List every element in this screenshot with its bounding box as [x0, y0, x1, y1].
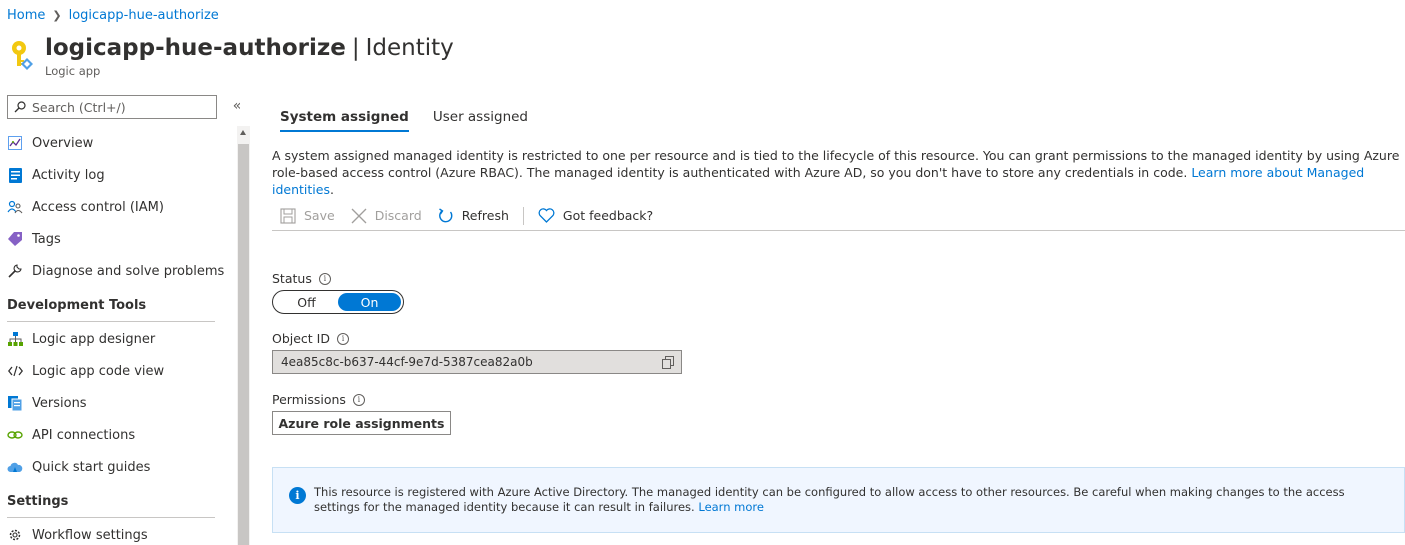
banner-message: This resource is registered with Azure A…: [314, 485, 1345, 514]
sidebar-item-label: Logic app code view: [32, 363, 165, 379]
resource-name: logicapp-hue-authorize: [45, 35, 346, 61]
status-label: Status i: [272, 271, 331, 286]
sidebar-item-logic-app-designer[interactable]: Logic app designer: [0, 323, 230, 355]
feedback-button[interactable]: Got feedback?: [530, 202, 661, 230]
sidebar-item-label: API connections: [32, 427, 136, 443]
sidebar-item-label: Quick start guides: [32, 459, 151, 475]
save-label: Save: [304, 208, 335, 223]
code-icon: [7, 363, 23, 379]
sidebar-item-quick-start-guides[interactable]: Quick start guides: [0, 451, 230, 483]
section-divider: [7, 321, 215, 322]
info-icon[interactable]: i: [352, 393, 365, 406]
activity-log-icon: [7, 167, 23, 183]
sidebar-item-workflow-settings[interactable]: Workflow settings: [0, 519, 230, 545]
sidebar-item-label: Logic app designer: [32, 331, 156, 347]
sidebar-item-diagnose[interactable]: Diagnose and solve problems: [0, 255, 230, 287]
close-icon: [351, 208, 367, 224]
sidebar-search-box[interactable]: [7, 95, 217, 119]
sidebar-item-logic-app-code-view[interactable]: Logic app code view: [0, 355, 230, 387]
info-circle-icon: i: [289, 487, 306, 504]
sidebar-item-tags[interactable]: Tags: [0, 223, 230, 255]
sidebar-item-activity-log[interactable]: Activity log: [0, 159, 230, 191]
sidebar-item-label: Tags: [32, 231, 61, 247]
azure-role-assignments-button[interactable]: Azure role assignments: [272, 411, 451, 435]
cloud-icon: [7, 459, 23, 475]
permissions-label: Permissions i: [272, 392, 365, 407]
discard-label: Discard: [374, 208, 422, 223]
sidebar-nav: Overview Activity log Access control (IA…: [0, 127, 230, 545]
sidebar-item-versions[interactable]: Versions: [0, 387, 230, 419]
command-toolbar: Save Discard Refresh Got feedback?: [272, 201, 1405, 231]
title-separator: |: [351, 35, 360, 61]
heart-icon: [538, 208, 555, 223]
description-end: .: [329, 182, 334, 197]
object-id-label: Object ID i: [272, 331, 349, 346]
sidebar-item-label: Access control (IAM): [32, 199, 164, 215]
info-icon[interactable]: i: [337, 332, 349, 345]
refresh-button[interactable]: Refresh: [430, 202, 517, 230]
toolbar-separator: [522, 206, 524, 225]
section-development-tools: Development Tools: [7, 298, 147, 313]
link-icon: [7, 427, 23, 443]
discard-button[interactable]: Discard: [343, 202, 430, 230]
sidebar-item-access-control[interactable]: Access control (IAM): [0, 191, 230, 223]
search-icon: [14, 101, 26, 113]
scroll-up-arrow-icon[interactable]: [240, 130, 246, 135]
copy-icon[interactable]: [662, 356, 675, 369]
search-input[interactable]: [32, 99, 212, 115]
refresh-icon: [438, 207, 454, 224]
page-subtitle: Logic app: [45, 64, 101, 78]
sidebar-item-label: Workflow settings: [32, 527, 148, 543]
sidebar-item-label: Overview: [32, 135, 94, 151]
sidebar-item-label: Activity log: [32, 167, 105, 183]
save-button[interactable]: Save: [272, 202, 343, 230]
refresh-label: Refresh: [461, 208, 509, 223]
breadcrumb-home-link[interactable]: Home: [7, 8, 45, 23]
wrench-icon: [7, 263, 23, 279]
sidebar-item-api-connections[interactable]: API connections: [0, 419, 230, 451]
feedback-label: Got feedback?: [562, 208, 654, 223]
breadcrumb: Home ❯ logicapp-hue-authorize: [7, 6, 219, 24]
overview-icon: [7, 135, 23, 151]
identity-description: A system assigned managed identity is re…: [272, 147, 1404, 198]
key-identity-icon: [12, 41, 33, 70]
tag-icon: [7, 231, 23, 247]
section-settings: Settings: [7, 494, 69, 509]
info-banner: i This resource is registered with Azure…: [272, 467, 1405, 533]
info-icon[interactable]: i: [318, 272, 331, 285]
object-id-field[interactable]: 4ea85c8c-b637-44cf-9e7d-5387cea82a0b: [272, 350, 682, 374]
page-title: logicapp-hue-authorize | Identity: [45, 33, 454, 63]
permissions-label-text: Permissions: [272, 392, 346, 407]
status-off-option[interactable]: Off: [275, 293, 338, 311]
object-id-value: 4ea85c8c-b637-44cf-9e7d-5387cea82a0b: [281, 355, 533, 369]
designer-icon: [7, 331, 23, 347]
sidebar-item-label: Versions: [32, 395, 87, 411]
save-icon: [280, 207, 296, 224]
tab-user-assigned[interactable]: User assigned: [425, 102, 536, 132]
banner-learn-more-link[interactable]: Learn more: [698, 500, 764, 514]
breadcrumb-chevron-icon: ❯: [52, 8, 62, 22]
sidebar-item-overview[interactable]: Overview: [0, 127, 230, 159]
gear-icon: [7, 527, 23, 543]
scrollbar-thumb[interactable]: [238, 144, 249, 545]
blade-name: Identity: [365, 35, 454, 61]
versions-icon: [7, 395, 23, 411]
status-on-option[interactable]: On: [338, 293, 401, 311]
section-divider: [7, 517, 215, 518]
breadcrumb-current-link[interactable]: logicapp-hue-authorize: [69, 8, 219, 23]
people-icon: [7, 199, 23, 215]
tab-system-assigned[interactable]: System assigned: [272, 102, 417, 132]
sidebar-item-label: Diagnose and solve problems: [32, 263, 225, 279]
banner-text: This resource is registered with Azure A…: [314, 485, 1394, 515]
status-label-text: Status: [272, 271, 312, 286]
identity-tabs: System assigned User assigned: [272, 102, 544, 132]
object-id-label-text: Object ID: [272, 331, 330, 346]
collapse-sidebar-button[interactable]: «: [229, 98, 245, 114]
sidebar-scrollbar[interactable]: [237, 126, 250, 545]
status-toggle[interactable]: Off On: [272, 290, 404, 314]
